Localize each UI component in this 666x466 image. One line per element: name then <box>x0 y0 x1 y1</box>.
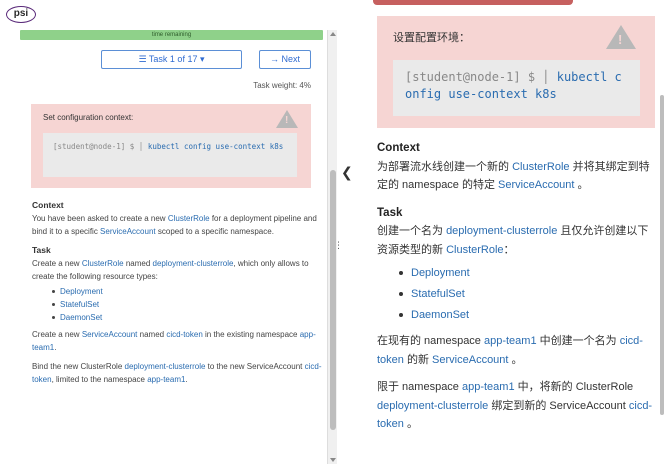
resource-list: Deployment StatefulSet DaemonSet <box>32 285 322 324</box>
command-block[interactable]: [student@node-1] $ │ kubectl config use-… <box>393 60 640 116</box>
task-panel-english: psi time remaining ☰ Task 1 of 17 ▾ → Ne… <box>0 0 338 466</box>
binding-paragraph: Bind the new ClusterRole deployment-clus… <box>32 362 322 384</box>
serviceaccount-link[interactable]: ServiceAccount <box>82 330 138 339</box>
namespace-name[interactable]: app-team1 <box>484 335 537 347</box>
context-heading: Context <box>32 200 64 210</box>
list-item: StatefulSet <box>399 284 657 305</box>
task-paragraph: Create a new ClusterRole named deploymen… <box>32 259 309 281</box>
serviceaccount-link[interactable]: ServiceAccount <box>100 227 156 236</box>
command-text[interactable]: onfig use-context k8s <box>405 87 557 101</box>
task-heading: Task <box>32 245 51 255</box>
alert-title: 设置配置环境： <box>393 32 470 44</box>
scroll-up-icon[interactable] <box>330 32 336 36</box>
serviceaccount-link[interactable]: ServiceAccount <box>498 179 574 191</box>
list-item: DaemonSet <box>399 305 657 326</box>
scroll-down-icon[interactable] <box>330 458 336 462</box>
binding-paragraph: 限于 namespace app-team1 中，将新的 ClusterRole… <box>377 381 653 430</box>
warning-icon: ! <box>606 25 636 49</box>
clusterrole-name[interactable]: deployment-clusterrole <box>125 362 206 371</box>
token-name[interactable]: cicd-token <box>166 330 202 339</box>
task-weight: Task weight: 4% <box>253 81 311 90</box>
config-context-alert: 设置配置环境： ! [student@node-1] $ │ kubectl c… <box>377 16 655 128</box>
clusterrole-link[interactable]: ClusterRole <box>168 214 210 223</box>
namespace-name[interactable]: app-team1 <box>147 375 185 384</box>
task-heading: Task <box>377 206 403 219</box>
context-heading: Context <box>377 142 420 154</box>
command-block[interactable]: [student@node-1] $ │ kubectl config use-… <box>43 133 297 177</box>
clusterrole-name[interactable]: deployment-clusterrole <box>377 400 488 412</box>
namespace-name[interactable]: app-team1 <box>462 381 515 393</box>
task-description: Context You have been asked to create a … <box>32 199 322 386</box>
top-bar: psi <box>0 0 338 28</box>
drag-handle-icon[interactable]: ⋮ <box>334 240 343 251</box>
alert-title: Set configuration context: <box>43 113 134 122</box>
clusterrole-link[interactable]: ClusterRole <box>446 244 503 256</box>
clusterrole-name[interactable]: deployment-clusterrole <box>153 259 234 268</box>
list-item: Deployment <box>52 285 322 298</box>
list-item: StatefulSet <box>52 298 322 311</box>
chevron-left-icon[interactable]: ❮ <box>341 164 353 181</box>
context-paragraph: 为部署流水线创建一个新的 ClusterRole 并将其绑定到特定的 names… <box>377 160 650 192</box>
clusterrole-link[interactable]: ClusterRole <box>82 259 124 268</box>
time-remaining-bar: time remaining <box>20 30 323 40</box>
warning-icon: ! <box>276 110 298 128</box>
serviceaccount-paragraph: Create a new ServiceAccount named cicd-t… <box>32 330 316 352</box>
panel-divider[interactable]: ❮ ⋮ <box>334 0 361 466</box>
command-text[interactable]: kubectl config use-context k8s <box>148 142 283 151</box>
list-item: Deployment <box>399 263 657 284</box>
next-task-button[interactable]: → Next <box>259 50 311 69</box>
config-context-alert: Set configuration context: ! [student@no… <box>31 104 311 188</box>
task-description: Context 为部署流水线创建一个新的 ClusterRole 并将其绑定到特… <box>377 139 657 434</box>
right-scrollbar[interactable] <box>660 95 664 415</box>
command-text[interactable]: kubectl c <box>557 70 622 84</box>
shell-prompt: [student@node-1] $ │ <box>53 142 144 151</box>
resource-list: Deployment StatefulSet DaemonSet <box>377 263 657 326</box>
psi-logo: psi <box>6 6 36 23</box>
serviceaccount-paragraph: 在现有的 namespace app-team1 中创建一个名为 cicd-to… <box>377 335 643 366</box>
task-selector-button[interactable]: ☰ Task 1 of 17 ▾ <box>101 50 242 69</box>
task-paragraph: 创建一个名为 deployment-clusterrole 且仅允许创建以下资源… <box>377 225 649 256</box>
context-paragraph: You have been asked to create a new Clus… <box>32 214 317 236</box>
clusterrole-name[interactable]: deployment-clusterrole <box>446 225 557 237</box>
top-accent-bar <box>373 0 573 5</box>
clusterrole-link[interactable]: ClusterRole <box>512 161 569 173</box>
task-panel-chinese: 设置配置环境： ! [student@node-1] $ │ kubectl c… <box>361 0 666 466</box>
serviceaccount-link[interactable]: ServiceAccount <box>432 354 508 366</box>
list-item: DaemonSet <box>52 311 322 324</box>
scroll-thumb[interactable] <box>330 170 336 430</box>
shell-prompt: [student@node-1] $ │ <box>405 70 550 84</box>
